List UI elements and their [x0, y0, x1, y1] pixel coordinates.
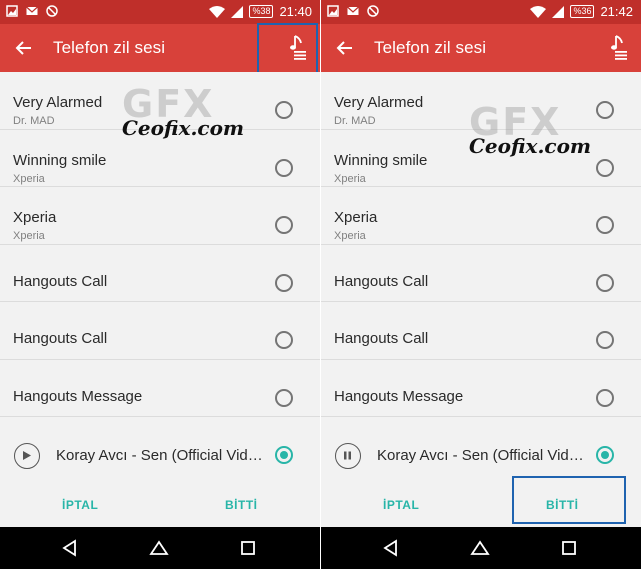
home-icon[interactable]	[149, 538, 169, 558]
blocked-notification-icon	[46, 5, 58, 17]
play-icon	[23, 451, 31, 460]
arrow-back-icon[interactable]	[14, 38, 34, 58]
item-title: Hangouts Call	[13, 330, 108, 347]
radio-button[interactable]	[275, 216, 293, 234]
radio-button[interactable]	[596, 388, 614, 407]
signal-icon	[231, 5, 244, 18]
screenshot-left: %38 21:40 Telefon zil sesi Very Alarmed …	[0, 0, 320, 569]
list-item[interactable]: Xperia Xperia	[321, 187, 641, 245]
clock: 21:42	[600, 4, 633, 19]
item-title: Very Alarmed	[13, 94, 103, 111]
radio-button[interactable]	[596, 101, 614, 119]
item-title: Winning smile	[334, 151, 428, 169]
now-playing-item[interactable]: Koray Avcı - Sen (Official Vid…	[321, 427, 641, 482]
item-title: Koray Avcı - Sen (Official Vid…	[56, 447, 263, 464]
status-bar: %36 21:42	[321, 0, 641, 24]
mail-notification-icon	[26, 6, 38, 15]
triangle-back-icon[interactable]	[60, 538, 80, 558]
list-item[interactable]: Hangouts Call	[0, 244, 320, 302]
radio-button[interactable]	[275, 273, 293, 292]
item-title: Hangouts Call	[334, 330, 429, 347]
item-title: Xperia	[13, 209, 57, 226]
radio-button-selected[interactable]	[596, 446, 614, 464]
list-item[interactable]: Winning smile Xperia	[321, 129, 641, 187]
status-bar: %38 21:40	[0, 0, 320, 24]
arrow-back-icon[interactable]	[335, 38, 355, 58]
mail-notification-icon	[347, 6, 359, 15]
wifi-icon	[530, 5, 547, 18]
item-title: Hangouts Message	[13, 387, 143, 405]
page-title: Telefon zil sesi	[53, 38, 166, 57]
square-recent-icon[interactable]	[238, 538, 258, 558]
pause-button[interactable]	[335, 443, 361, 469]
cancel-button[interactable]: İPTAL	[62, 498, 98, 512]
battery-level: %36	[570, 5, 595, 18]
done-button[interactable]: BİTTİ	[225, 498, 258, 512]
list-item[interactable]: Hangouts Call	[321, 244, 641, 302]
gallery-notification-icon	[6, 5, 18, 17]
item-title: Koray Avcı - Sen (Official Vid…	[377, 447, 584, 464]
navigation-bar	[0, 527, 320, 569]
list-item[interactable]: Hangouts Call	[0, 302, 320, 360]
item-subtitle: Dr. MAD	[13, 115, 55, 127]
item-title: Very Alarmed	[334, 94, 424, 111]
triangle-back-icon[interactable]	[381, 538, 401, 558]
radio-button-selected[interactable]	[275, 446, 293, 464]
radio-button[interactable]	[596, 158, 614, 177]
play-button[interactable]	[14, 443, 40, 469]
item-subtitle: Xperia	[13, 172, 45, 185]
item-title: Winning smile	[13, 151, 107, 169]
list-item[interactable]: Very Alarmed Dr. MAD	[321, 72, 641, 130]
list-item[interactable]: Winning smile Xperia	[0, 129, 320, 187]
radio-button[interactable]	[275, 388, 293, 407]
list-item[interactable]: Hangouts Message	[321, 359, 641, 417]
ringtone-list: Very Alarmed Dr. MAD Winning smile Xperi…	[321, 72, 641, 417]
item-subtitle: Xperia	[334, 172, 366, 185]
item-title: Xperia	[334, 209, 378, 226]
music-list-icon[interactable]	[609, 34, 629, 60]
dialog-actions: İPTAL BİTTİ	[0, 482, 320, 527]
cancel-button[interactable]: İPTAL	[383, 498, 419, 512]
radio-button[interactable]	[596, 273, 614, 292]
radio-button[interactable]	[596, 331, 614, 349]
done-button-highlight	[512, 476, 626, 524]
square-recent-icon[interactable]	[559, 538, 579, 558]
item-title: Hangouts Call	[334, 272, 429, 290]
now-playing-item[interactable]: Koray Avcı - Sen (Official Vid…	[0, 427, 320, 482]
item-title: Hangouts Message	[334, 387, 464, 405]
signal-icon	[552, 5, 565, 18]
ringtone-list: Very Alarmed Dr. MAD Winning smile Xperi…	[0, 72, 320, 417]
blocked-notification-icon	[367, 5, 379, 17]
page-title: Telefon zil sesi	[374, 38, 487, 57]
radio-button[interactable]	[275, 331, 293, 349]
screenshot-right: %36 21:42 Telefon zil sesi Very Alarmed …	[321, 0, 641, 569]
home-icon[interactable]	[470, 538, 490, 558]
item-subtitle: Dr. MAD	[334, 115, 376, 127]
item-subtitle: Xperia	[334, 230, 366, 242]
list-item[interactable]: Hangouts Call	[321, 302, 641, 360]
pause-icon	[344, 451, 351, 460]
radio-button[interactable]	[275, 158, 293, 177]
item-subtitle: Xperia	[13, 230, 45, 242]
radio-button[interactable]	[275, 101, 293, 119]
list-item[interactable]: Hangouts Message	[0, 359, 320, 417]
app-bar: Telefon zil sesi	[321, 24, 641, 72]
list-item[interactable]: Xperia Xperia	[0, 187, 320, 245]
wifi-icon	[209, 5, 226, 18]
clock: 21:40	[279, 4, 312, 19]
gallery-notification-icon	[327, 5, 339, 17]
radio-button[interactable]	[596, 216, 614, 234]
navigation-bar	[321, 527, 641, 569]
battery-level: %38	[249, 5, 274, 18]
item-title: Hangouts Call	[13, 272, 108, 290]
list-item[interactable]: Very Alarmed Dr. MAD	[0, 72, 320, 130]
